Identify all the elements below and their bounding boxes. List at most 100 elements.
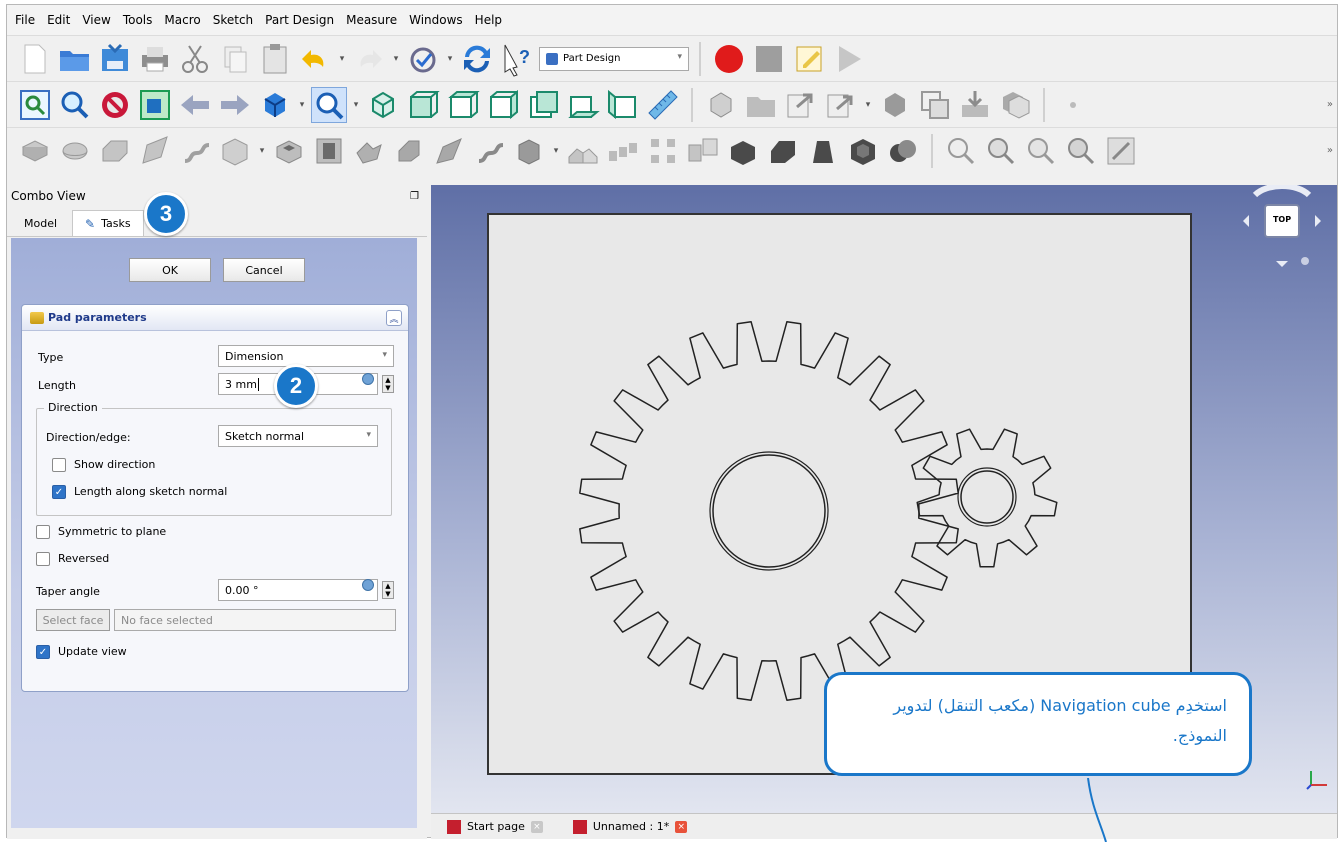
std-view-icon[interactable] bbox=[257, 87, 293, 123]
direction-edge-select[interactable]: Sketch normal ▾ bbox=[218, 425, 378, 447]
top-view-icon[interactable] bbox=[445, 87, 481, 123]
menu-macro[interactable]: Macro bbox=[160, 13, 208, 27]
undo-icon[interactable] bbox=[297, 41, 333, 77]
subtractive-box-icon[interactable] bbox=[511, 133, 547, 169]
hole-icon[interactable] bbox=[311, 133, 347, 169]
forward-icon[interactable] bbox=[217, 87, 253, 123]
copy-icon[interactable] bbox=[217, 41, 253, 77]
tab-start-page[interactable]: Start page × bbox=[447, 819, 543, 834]
nav-menu-icon[interactable] bbox=[1301, 257, 1309, 265]
primitive-dropdown-icon[interactable]: ▾ bbox=[257, 133, 267, 169]
record-macro-icon[interactable] bbox=[711, 41, 747, 77]
bottom-view-icon[interactable] bbox=[565, 87, 601, 123]
length-spinner[interactable]: ▲ ▼ bbox=[382, 375, 394, 393]
make-link-icon[interactable] bbox=[823, 87, 859, 123]
menu-measure[interactable]: Measure bbox=[342, 13, 405, 27]
bounding-box-icon[interactable] bbox=[137, 87, 173, 123]
redo-dropdown-icon[interactable]: ▾ bbox=[391, 41, 401, 77]
rear-view-icon[interactable] bbox=[525, 87, 561, 123]
additive-box-icon[interactable] bbox=[217, 133, 253, 169]
zoom-icon[interactable] bbox=[311, 86, 347, 123]
undo-dropdown-icon[interactable]: ▾ bbox=[337, 41, 347, 77]
nav-down-arrow-icon[interactable] bbox=[1276, 261, 1288, 267]
nav-left-arrow-icon[interactable] bbox=[1243, 215, 1249, 227]
measure-angular-icon[interactable] bbox=[983, 133, 1019, 169]
undock-icon[interactable]: ❐ bbox=[410, 191, 419, 202]
import-icon[interactable] bbox=[957, 87, 993, 123]
body-icon[interactable] bbox=[877, 87, 913, 123]
zoom-dropdown-icon[interactable]: ▾ bbox=[351, 87, 361, 123]
tab-model[interactable]: Model bbox=[11, 210, 70, 236]
menu-sketch[interactable]: Sketch bbox=[209, 13, 261, 27]
subtractive-loft-icon[interactable] bbox=[391, 133, 427, 169]
navigation-cube[interactable]: TOP bbox=[1227, 183, 1337, 285]
show-direction-checkbox[interactable] bbox=[52, 458, 66, 472]
menu-file[interactable]: File bbox=[11, 13, 43, 27]
measure-linear-icon[interactable] bbox=[943, 133, 979, 169]
mirrored-icon[interactable] bbox=[565, 133, 601, 169]
stop-macro-icon[interactable] bbox=[751, 41, 787, 77]
menu-windows[interactable]: Windows bbox=[405, 13, 471, 27]
draw-style-icon[interactable] bbox=[97, 87, 133, 123]
refresh-dropdown-icon[interactable]: ▾ bbox=[445, 41, 455, 77]
front-view-icon[interactable] bbox=[405, 87, 441, 123]
right-view-icon[interactable] bbox=[485, 87, 521, 123]
polar-pattern-icon[interactable] bbox=[645, 133, 681, 169]
subtractive-dropdown-icon[interactable]: ▾ bbox=[551, 133, 561, 169]
pad-icon[interactable] bbox=[17, 133, 53, 169]
whats-this-icon[interactable]: ? bbox=[499, 41, 535, 77]
measure-refresh-icon[interactable] bbox=[1023, 133, 1059, 169]
fit-selection-icon[interactable] bbox=[57, 87, 93, 123]
spin-down-icon[interactable]: ▼ bbox=[385, 384, 390, 392]
type-select[interactable]: Dimension ▾ bbox=[218, 345, 394, 367]
fit-all-icon[interactable] bbox=[17, 87, 53, 123]
paste-icon[interactable] bbox=[257, 41, 293, 77]
spin-up-icon[interactable]: ▲ bbox=[385, 376, 390, 384]
left-view-icon[interactable] bbox=[605, 87, 641, 123]
collapse-icon[interactable]: ︽ bbox=[386, 310, 402, 326]
update-view-checkbox[interactable]: ✓ bbox=[36, 645, 50, 659]
create-part-icon[interactable] bbox=[743, 87, 779, 123]
menu-tools[interactable]: Tools bbox=[119, 13, 161, 27]
menu-help[interactable]: Help bbox=[471, 13, 510, 27]
groove-icon[interactable] bbox=[351, 133, 387, 169]
close-icon[interactable]: × bbox=[675, 820, 688, 833]
tab-tasks[interactable]: ✎ Tasks bbox=[72, 210, 144, 236]
pad-parameters-header[interactable]: Pad parameters bbox=[22, 305, 408, 331]
cancel-button[interactable]: Cancel bbox=[223, 258, 305, 282]
std-view-dropdown-icon[interactable]: ▾ bbox=[297, 87, 307, 123]
measure-clear-icon[interactable] bbox=[1063, 133, 1099, 169]
nav-right-arrow-icon[interactable] bbox=[1315, 215, 1321, 227]
shape-binder-icon[interactable] bbox=[917, 87, 953, 123]
clone-icon[interactable] bbox=[997, 87, 1033, 123]
edit-macro-icon[interactable] bbox=[791, 41, 827, 77]
additive-helix-icon[interactable] bbox=[177, 133, 213, 169]
tab-unnamed[interactable]: Unnamed : 1* × bbox=[572, 819, 688, 834]
taper-spinner[interactable]: ▲ ▼ bbox=[382, 581, 394, 599]
additive-pipe-icon[interactable] bbox=[137, 133, 173, 169]
refresh-check-icon[interactable] bbox=[405, 41, 441, 77]
dot-icon[interactable] bbox=[1055, 87, 1091, 123]
pocket-icon[interactable] bbox=[271, 133, 307, 169]
close-icon[interactable]: × bbox=[530, 820, 543, 833]
additive-loft-icon[interactable] bbox=[97, 133, 133, 169]
subtractive-helix-icon[interactable] bbox=[471, 133, 507, 169]
link-icon[interactable] bbox=[783, 87, 819, 123]
boolean-icon[interactable] bbox=[885, 133, 921, 169]
toolbar-overflow-icon[interactable]: » bbox=[1327, 145, 1333, 156]
print-icon[interactable] bbox=[137, 41, 173, 77]
back-icon[interactable] bbox=[177, 87, 213, 123]
face-field[interactable]: No face selected bbox=[114, 609, 396, 631]
reversed-checkbox[interactable] bbox=[36, 552, 50, 566]
multi-transform-icon[interactable] bbox=[685, 133, 721, 169]
expression-icon[interactable] bbox=[362, 373, 374, 385]
rotate-arc-icon[interactable] bbox=[1252, 183, 1312, 198]
cut-icon[interactable] bbox=[177, 41, 213, 77]
chamfer-icon[interactable] bbox=[765, 133, 801, 169]
recompute-icon[interactable] bbox=[459, 41, 495, 77]
expression-icon[interactable] bbox=[362, 579, 374, 591]
measure-toggle-icon[interactable] bbox=[1103, 133, 1139, 169]
run-macro-icon[interactable] bbox=[831, 41, 867, 77]
measure-distance-icon[interactable] bbox=[645, 87, 681, 123]
open-folder-icon[interactable] bbox=[57, 41, 93, 77]
